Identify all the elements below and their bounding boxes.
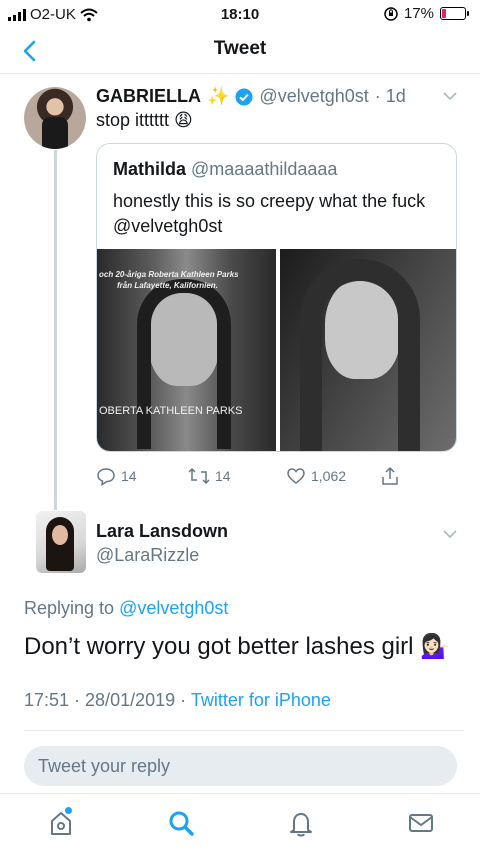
author-handle[interactable]: @velvetgh0st [259, 86, 368, 107]
nav-bar: Tweet [0, 28, 480, 74]
reply-input[interactable]: Tweet your reply [24, 746, 457, 786]
messages-icon[interactable] [404, 806, 438, 840]
search-icon[interactable] [164, 806, 198, 840]
image-caption-top: och 20-åriga Roberta Kathleen Parks från… [99, 269, 274, 291]
author-name[interactable]: Lara Lansdown [96, 521, 228, 542]
caption-line-2: från Lafayette, Kalifornien. [117, 281, 218, 290]
quoted-author-name: Mathilda [113, 159, 187, 179]
heart-icon [287, 468, 305, 484]
quoted-text: honestly this is so creepy what the fuck… [113, 191, 426, 236]
thread-line [54, 150, 57, 510]
battery-icon [440, 7, 469, 20]
author-handle[interactable]: @LaraRizzle [96, 545, 199, 566]
share-icon [382, 466, 398, 485]
tipping-hand-emoji: 💁🏻‍♀️ [420, 633, 451, 660]
replying-to-link[interactable]: @velvetgh0st [119, 598, 228, 618]
image-caption-bottom: OBERTA KATHLEEN PARKS [99, 405, 243, 417]
parent-tweet-header: GABRIELLA ✨ @velvetgh0st · 1d [96, 86, 406, 107]
tweet-actions: 14 14 1,062 [96, 466, 416, 488]
tweet-text: stop itttttt [96, 110, 170, 130]
caption-line-1: och 20-åriga Roberta Kathleen Parks [99, 270, 239, 279]
divider [24, 730, 464, 731]
tab-bar [0, 793, 480, 853]
tweet-text: Don’t worry you got better lashes girl [24, 633, 414, 660]
battery-percent: 17% [403, 5, 434, 22]
reply-count: 14 [121, 468, 137, 484]
battery-level [442, 9, 446, 18]
author-name[interactable]: GABRIELLA [96, 86, 201, 107]
replying-prefix: Replying to [24, 598, 115, 618]
main-tweet-text: Don’t worry you got better lashes girl 💁… [24, 632, 464, 662]
avatar[interactable] [36, 511, 86, 573]
parent-tweet-text: stop itttttt 😩 [96, 110, 193, 131]
tweet-age: · 1d [374, 86, 406, 106]
verified-badge-icon [235, 88, 253, 105]
reply-action[interactable]: 14 [96, 466, 137, 486]
status-bar: O2-UK 18:10 17% [0, 0, 480, 28]
quoted-image-left[interactable]: och 20-åriga Roberta Kathleen Parks från… [97, 249, 276, 451]
quoted-author-handle: @maaaathildaaaa [191, 159, 338, 179]
share-action[interactable] [380, 466, 400, 486]
quoted-header: Mathilda @maaaathildaaaa [113, 159, 337, 180]
battery-group: 17% [384, 5, 469, 22]
like-action[interactable]: 1,062 [286, 466, 346, 486]
retweet-action[interactable]: 14 [188, 466, 231, 486]
timestamp: 17:51 · 28/01/2019 · [24, 690, 187, 710]
avatar[interactable] [24, 87, 86, 149]
notifications-icon[interactable] [284, 806, 318, 840]
tweet-source[interactable]: Twitter for iPhone [191, 690, 331, 710]
retweet-count: 14 [215, 468, 231, 484]
sparkles-emoji: ✨ [207, 86, 230, 106]
chevron-down-icon[interactable] [442, 88, 458, 104]
quoted-image-right[interactable] [280, 249, 456, 451]
page-title: Tweet [213, 38, 267, 59]
like-count: 1,062 [311, 468, 347, 484]
retweet-icon [188, 467, 210, 485]
orientation-lock-icon [384, 6, 398, 21]
replying-to: Replying to @velvetgh0st [24, 598, 228, 619]
weary-emoji: 😩 [174, 110, 193, 130]
chevron-down-icon[interactable] [442, 526, 458, 542]
home-icon[interactable] [44, 806, 78, 840]
new-content-dot [65, 807, 72, 814]
quoted-tweet[interactable]: Mathilda @maaaathildaaaa honestly this i… [96, 143, 457, 452]
tweet-meta: 17:51 · 28/01/2019 · Twitter for iPhone [24, 690, 331, 711]
reply-icon [97, 468, 115, 486]
